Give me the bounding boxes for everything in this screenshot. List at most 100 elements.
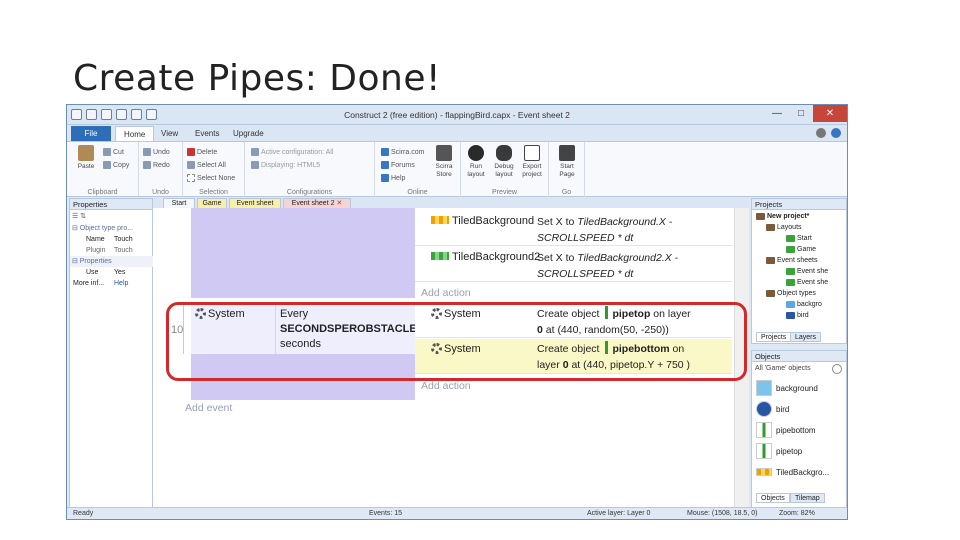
tab-layers[interactable]: Layers [790,332,822,342]
select-none-button[interactable]: Select None [187,174,235,182]
layout-item-game[interactable]: Game [786,246,816,253]
settings-icon[interactable] [832,364,842,374]
object-types-folder[interactable]: Object types [766,290,816,297]
doc-tab-game[interactable]: Game [197,198,227,208]
tab-events[interactable]: Events [187,126,227,141]
action-prefix: Set X to [537,252,578,264]
redo-label: Redo [153,161,170,169]
event-sheet-item[interactable]: Event she [786,279,828,286]
object-type-item[interactable]: bird [786,312,809,319]
event-sheet-item[interactable]: Event she [786,268,828,275]
copy-label: Copy [113,161,130,169]
minimize-button[interactable]: — [765,105,789,122]
scissors-icon [103,148,111,156]
object-type-label: backgro [797,301,822,308]
debug-layout-button[interactable]: Debug layout [491,145,517,179]
object-item-label: bird [776,404,790,414]
redo-button[interactable]: Redo [143,161,170,169]
scirra-store-button[interactable]: Scirra Store [431,145,457,179]
play-icon [468,145,484,161]
properties-section[interactable]: ⊟ Properties [70,256,154,267]
copy-button[interactable]: Copy [103,161,129,169]
object-item-background[interactable]: background [756,379,818,397]
close-tab-icon[interactable]: ✕ [336,200,342,207]
objects-filter-label: All 'Game' objects [755,365,811,372]
object-item-tiledbackground[interactable]: TiledBackgro... [756,463,829,481]
select-none-icon [187,174,195,182]
more-info-row: More inf... Help [70,278,154,289]
prop-use-row[interactable]: Use Yes [70,267,154,278]
doc-tab-event-sheet-2[interactable]: Event sheet 2 ✕ [283,198,351,208]
active-configuration-select[interactable]: Active configuration: All [251,148,333,156]
object-item-pipebottom[interactable]: pipebottom [756,421,816,439]
run-layout-button[interactable]: Run layout [463,145,489,179]
object-item-bird[interactable]: bird [756,400,789,418]
properties-help-link[interactable]: Help [114,278,128,289]
bird-icon [786,312,795,319]
start-page-button[interactable]: Start Page [554,145,580,179]
globe-icon [381,148,389,156]
tab-file[interactable]: File [71,126,111,141]
project-root[interactable]: New project* [756,213,809,220]
status-zoom: Zoom: 82% [779,510,815,517]
tab-projects[interactable]: Projects [756,332,792,342]
objects-panel-title: Objects [752,351,846,362]
prop-plugin-row: Plugin Touch [70,245,154,256]
event-sheet-icon [786,279,795,286]
layout-item-label: Start [797,235,812,242]
action-row[interactable]: TiledBackground Set X to TiledBackground… [415,212,732,246]
bird-thumbnail [756,401,772,417]
export-project-label: Export project [522,163,542,178]
tab-view[interactable]: View [153,126,186,141]
go-group: Start Page Go [549,142,585,198]
object-item-label: pipebottom [776,425,816,435]
object-item-label: background [776,383,818,393]
help-icon[interactable] [831,128,841,138]
delete-label: Delete [197,148,218,156]
object-type-section-label: Object type pro... [79,225,134,232]
object-type-section[interactable]: ⊟ Object type pro... [70,223,154,234]
action-object: TiledBackground [431,215,534,227]
tiledbackground2-icon [431,252,449,260]
object-types-label: Object types [777,290,816,297]
select-all-button[interactable]: Select All [187,161,226,169]
layout-item-start[interactable]: Start [786,235,812,242]
forums-link[interactable]: Forums [381,161,415,169]
displaying-select[interactable]: Displaying: HTML5 [251,161,320,169]
tab-upgrade[interactable]: Upgrade [225,126,272,141]
paste-button[interactable]: Paste [73,145,99,171]
doc-tab-start[interactable]: Start [163,198,195,208]
delete-button[interactable]: Delete [187,148,217,156]
config-icon [251,148,259,156]
event-sheets-folder[interactable]: Event sheets [766,257,817,264]
object-item-pipetop[interactable]: pipetop [756,442,802,460]
background-thumbnail [756,380,772,396]
ribbon-collapse-icon[interactable] [816,128,826,138]
doc-tab-event-sheet-1[interactable]: Event sheet 1 [229,198,281,217]
tab-tilemap[interactable]: Tilemap [790,493,825,503]
help-link[interactable]: Help [381,174,405,182]
undo-button[interactable]: Undo [143,148,170,156]
maximize-button[interactable]: □ [789,105,813,122]
scirra-link[interactable]: Scirra.com [381,148,424,156]
tab-objects[interactable]: Objects [756,493,790,503]
action-row[interactable]: TiledBackground2 Set X to TiledBackgroun… [415,248,732,282]
clipboard-group: Paste Cut Copy Clipboard [67,142,139,198]
prop-use-value: Yes [114,269,126,276]
online-group: Scirra.com Forums Help Scirra Store Onli… [375,142,461,198]
prop-name-row[interactable]: Name Touch [70,234,154,245]
add-action-link[interactable]: Add action [421,380,471,392]
object-type-item[interactable]: backgro [786,301,822,308]
window-title: Construct 2 (free edition) - flappingBir… [344,110,570,120]
layouts-folder[interactable]: Layouts [766,224,802,231]
folder-icon [766,224,775,231]
tiledbackground-thumbnail [756,468,772,476]
add-action-link[interactable]: Add action [421,287,471,299]
close-button[interactable]: ✕ [813,105,847,122]
export-project-button[interactable]: Export project [519,145,545,179]
debug-layout-label: Debug layout [494,163,514,178]
add-event-link[interactable]: Add event [185,402,232,414]
selection-group-label: Selection [199,189,228,196]
cut-button[interactable]: Cut [103,148,124,156]
tab-home[interactable]: Home [115,126,155,141]
